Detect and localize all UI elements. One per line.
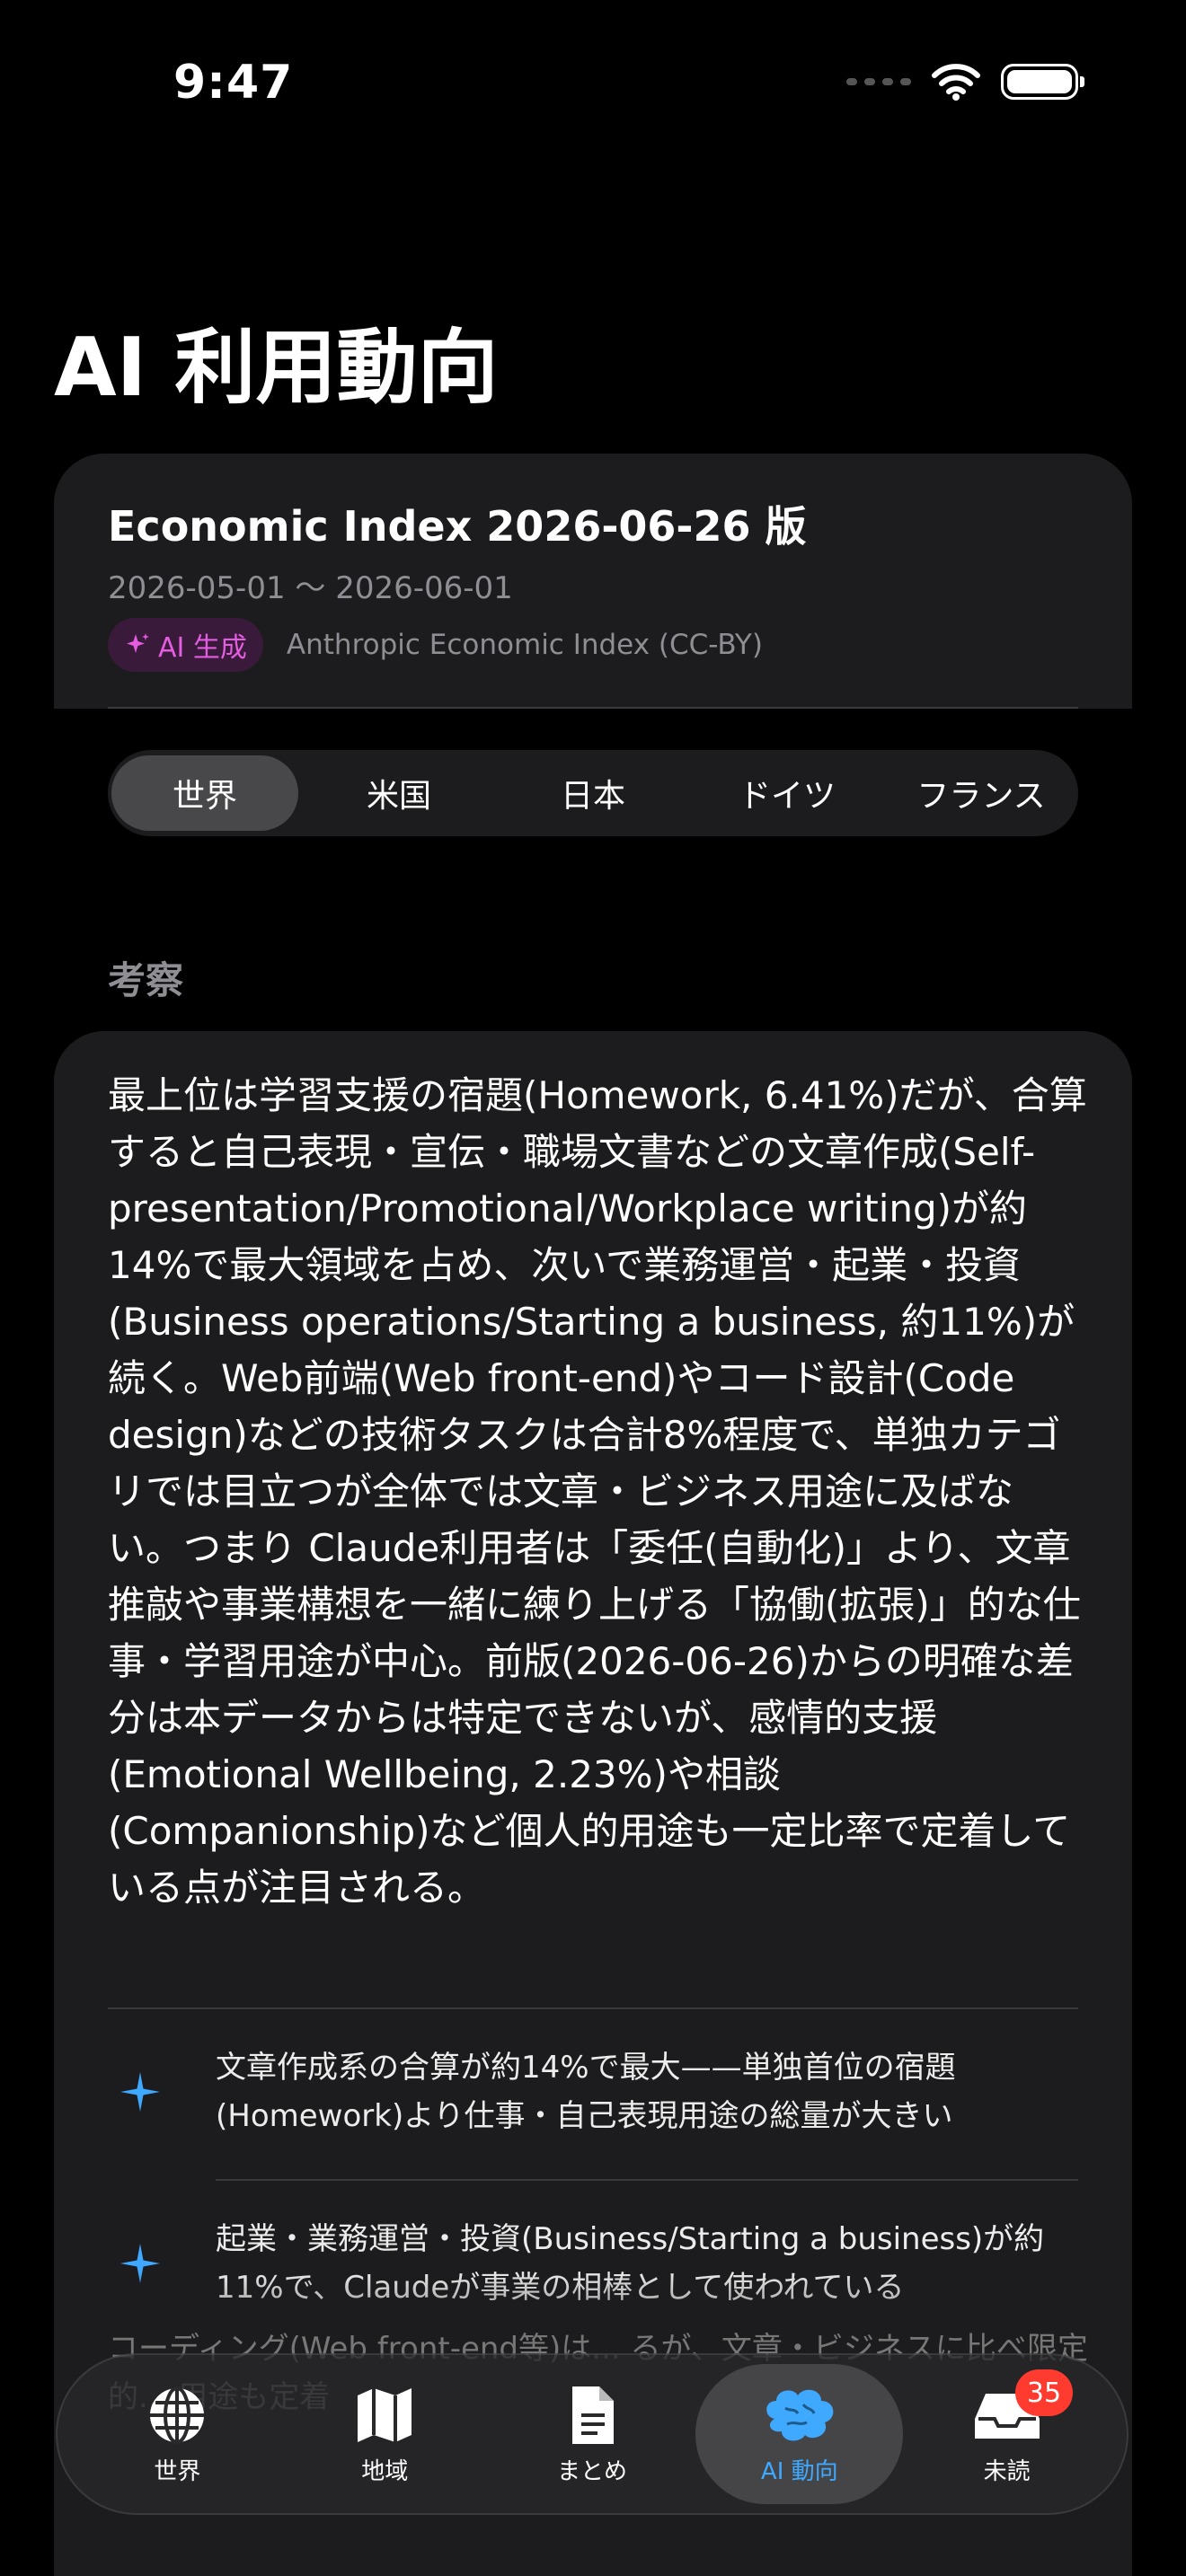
tab-region[interactable]: 地域 (281, 2364, 489, 2504)
segment-france[interactable]: フランス (888, 755, 1075, 831)
tab-bar: 世界 地域 まとめ AI 動向 未読 35 (56, 2353, 1128, 2515)
tab-label: 地域 (361, 2457, 409, 2485)
ai-generated-badge: AI 生成 (108, 618, 263, 672)
tab-label: 世界 (154, 2457, 201, 2485)
globe-icon (150, 2386, 205, 2444)
document-icon (571, 2386, 614, 2444)
source-label: Anthropic Economic Index (CC-BY) (286, 629, 763, 661)
tab-world[interactable]: 世界 (74, 2364, 281, 2504)
brain-icon (766, 2389, 834, 2440)
analysis-card: 最上位は学習支援の宿題(Homework, 6.41%)だが、合算すると自己表現… (54, 1031, 1132, 2576)
ai-source-row: AI 生成 Anthropic Economic Index (CC-BY) (108, 618, 763, 672)
sparkle-icon (120, 2072, 160, 2112)
index-header-card: Economic Index 2026-06-26 版 2026-05-01 〜… (54, 454, 1132, 709)
divider (216, 2179, 1078, 2181)
wifi-icon (932, 64, 980, 101)
bullet-text: 文章作成系の合算が約14%で最大——単独首位の宿題(Homework)より仕事・… (216, 2050, 956, 2134)
tab-ai-trends[interactable]: AI 動向 (695, 2364, 904, 2504)
tab-summary[interactable]: まとめ (489, 2364, 696, 2504)
index-title: Economic Index 2026-06-26 版 (108, 502, 807, 551)
divider (108, 2007, 1078, 2009)
signal-dots-icon (846, 78, 911, 85)
analysis-body: 最上位は学習支援の宿題(Homework, 6.41%)だが、合算すると自己表現… (108, 1073, 1087, 1910)
status-icons (846, 63, 1084, 101)
section-label: 考察 (108, 958, 184, 1002)
tab-label: 未読 (983, 2457, 1031, 2485)
sparkle-icon (127, 633, 149, 653)
tab-unread[interactable]: 未読 35 (903, 2364, 1111, 2504)
status-bar: 9:47 (0, 0, 1186, 171)
bullet-item: 文章作成系の合算が約14%で最大——単独首位の宿題(Homework)より仕事・… (108, 2043, 1087, 2140)
ai-badge-label: AI 生成 (158, 632, 247, 664)
tab-label: AI 動向 (760, 2457, 838, 2485)
segment-us[interactable]: 米国 (305, 755, 492, 831)
battery-icon (1001, 64, 1084, 100)
unread-count-badge: 35 (1014, 2369, 1073, 2416)
segment-japan[interactable]: 日本 (500, 755, 686, 831)
date-range: 2026-05-01 〜 2026-06-01 (108, 570, 513, 606)
page-title: AI 利用動向 (54, 321, 499, 415)
map-icon (358, 2387, 412, 2442)
segment-world[interactable]: 世界 (111, 755, 298, 831)
status-time: 9:47 (173, 56, 294, 110)
divider (108, 707, 1078, 709)
tab-label: まとめ (556, 2457, 627, 2485)
segment-germany[interactable]: ドイツ (694, 755, 881, 831)
region-segmented-control: 世界 米国 日本 ドイツ フランス (108, 750, 1078, 836)
